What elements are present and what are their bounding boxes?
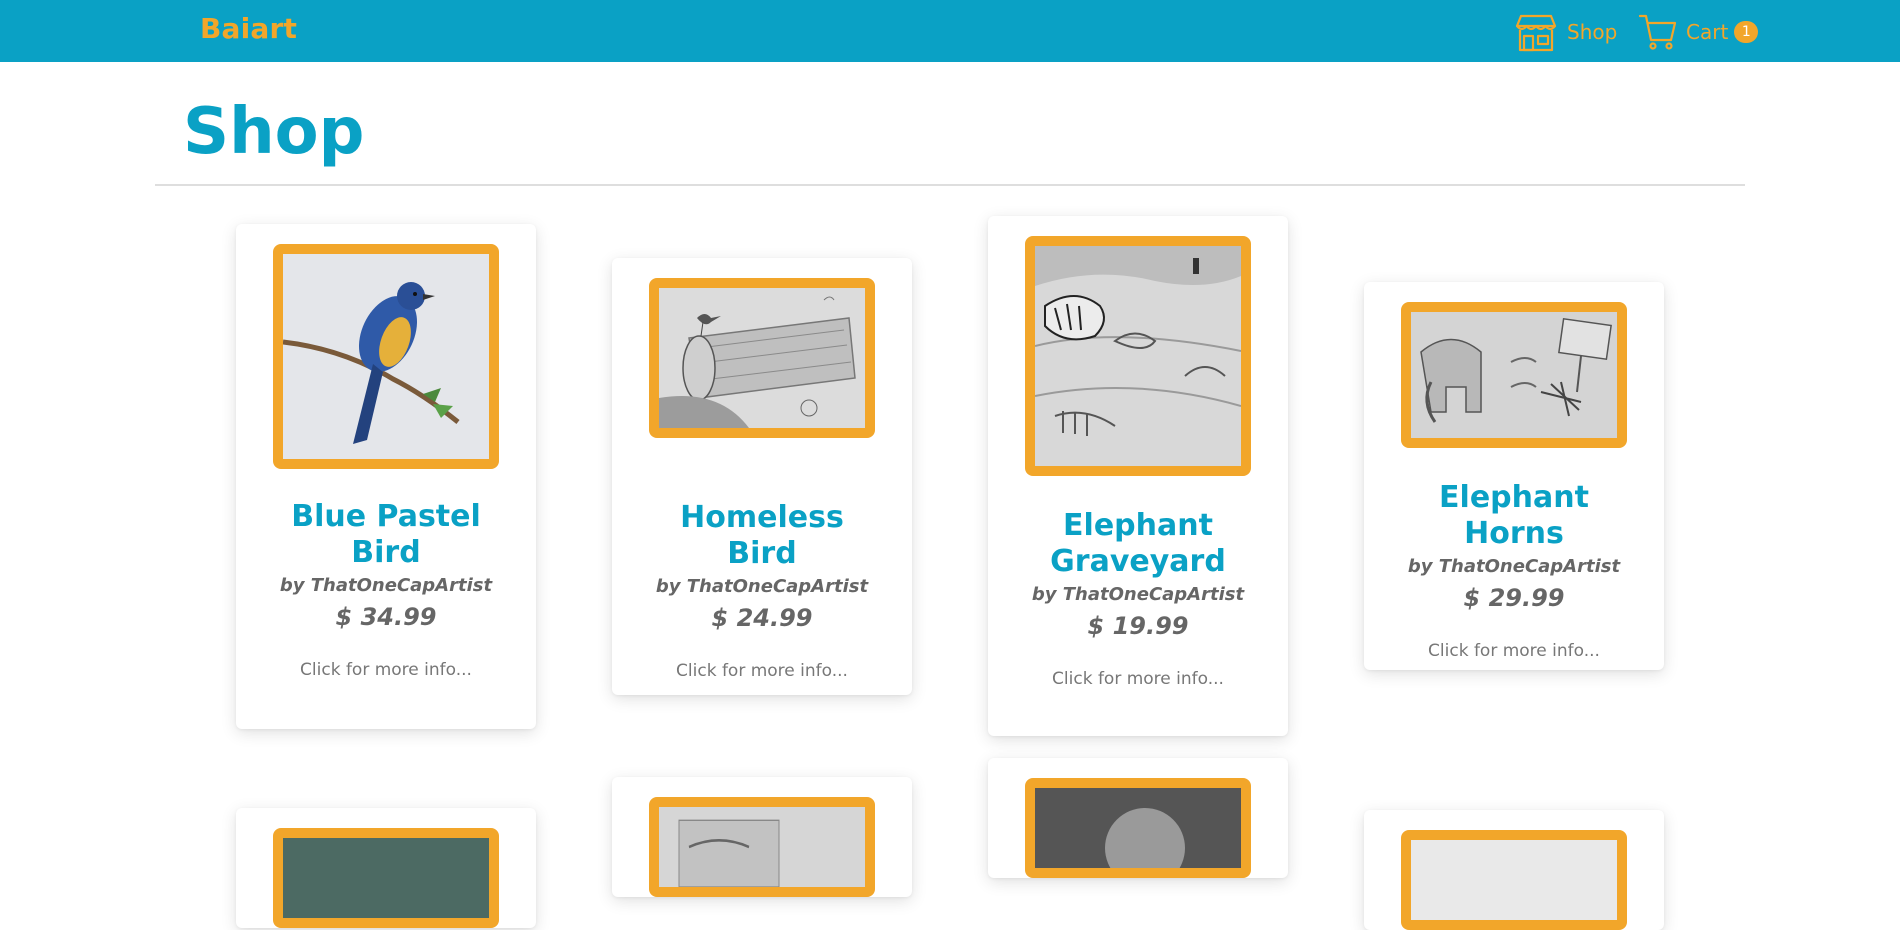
product-card[interactable]: Homeless Bird by ThatOneCapArtist $ 24.9… [612,258,912,695]
product-title: Homeless Bird [680,500,844,571]
artwork-image [659,807,865,887]
product-price: $ 19.99 [1087,612,1189,640]
nav-shop-label: Shop [1567,20,1618,44]
artwork-frame [1401,302,1627,448]
page-title: Shop [183,95,365,169]
product-artist: by ThatOneCapArtist [655,576,869,597]
nav-cart-label: Cart [1686,20,1729,44]
product-price: $ 34.99 [335,603,437,631]
nav-shop-link[interactable]: Shop [1515,12,1617,52]
product-info: Homeless Bird by ThatOneCapArtist $ 24.9… [612,500,912,682]
product-artist: by ThatOneCapArtist [279,575,493,596]
artwork-image [1411,840,1617,920]
brand-logo[interactable]: Baiart [200,12,297,45]
product-price: $ 24.99 [711,604,813,632]
shopping-cart-icon [1638,12,1678,52]
product-more-info[interactable]: Click for more info... [612,660,912,682]
product-card[interactable] [1364,810,1664,930]
artwork-image [283,838,489,918]
product-card[interactable]: Elephant Horns by ThatOneCapArtist $ 29.… [1364,282,1664,670]
tiger-graveyard-artwork [1035,246,1241,466]
product-price: $ 29.99 [1463,584,1565,612]
product-card[interactable]: Elephant Graveyard by ThatOneCapArtist $… [988,216,1288,736]
artwork-frame [1025,236,1251,476]
artwork-frame [1025,778,1251,878]
elephant-horns-artwork [1411,312,1617,438]
artwork-frame [649,278,875,438]
bird-on-branch-artwork [283,254,489,459]
cart-count-badge: 1 [1734,21,1759,43]
product-more-info[interactable]: Click for more info... [236,659,536,681]
product-card[interactable] [988,758,1288,878]
product-artist: by ThatOneCapArtist [1031,584,1245,605]
product-card[interactable] [612,777,912,897]
product-title: Elephant Graveyard [1050,508,1226,579]
product-more-info[interactable]: Click for more info... [1364,640,1664,662]
header-divider [155,184,1745,186]
nav-cart-link[interactable]: Cart 1 [1638,12,1759,52]
bird-on-log-artwork [659,288,865,428]
product-info: Blue Pastel Bird by ThatOneCapArtist $ 3… [236,499,536,681]
artwork-frame [649,797,875,897]
product-more-info[interactable]: Click for more info... [988,668,1288,690]
product-artist: by ThatOneCapArtist [1407,556,1621,577]
product-title: Elephant Horns [1439,480,1589,551]
product-info: Elephant Graveyard by ThatOneCapArtist $… [988,508,1288,690]
product-card[interactable]: Blue Pastel Bird by ThatOneCapArtist $ 3… [236,224,536,729]
artwork-frame [273,828,499,928]
product-title: Blue Pastel Bird [291,499,481,570]
store-icon [1515,12,1557,52]
artwork-image [1035,788,1241,868]
product-info: Elephant Horns by ThatOneCapArtist $ 29.… [1364,480,1664,662]
navbar: Baiart Shop Cart 1 [0,0,1900,62]
artwork-frame [1401,830,1627,930]
product-card[interactable] [236,808,536,928]
artwork-frame [273,244,499,469]
